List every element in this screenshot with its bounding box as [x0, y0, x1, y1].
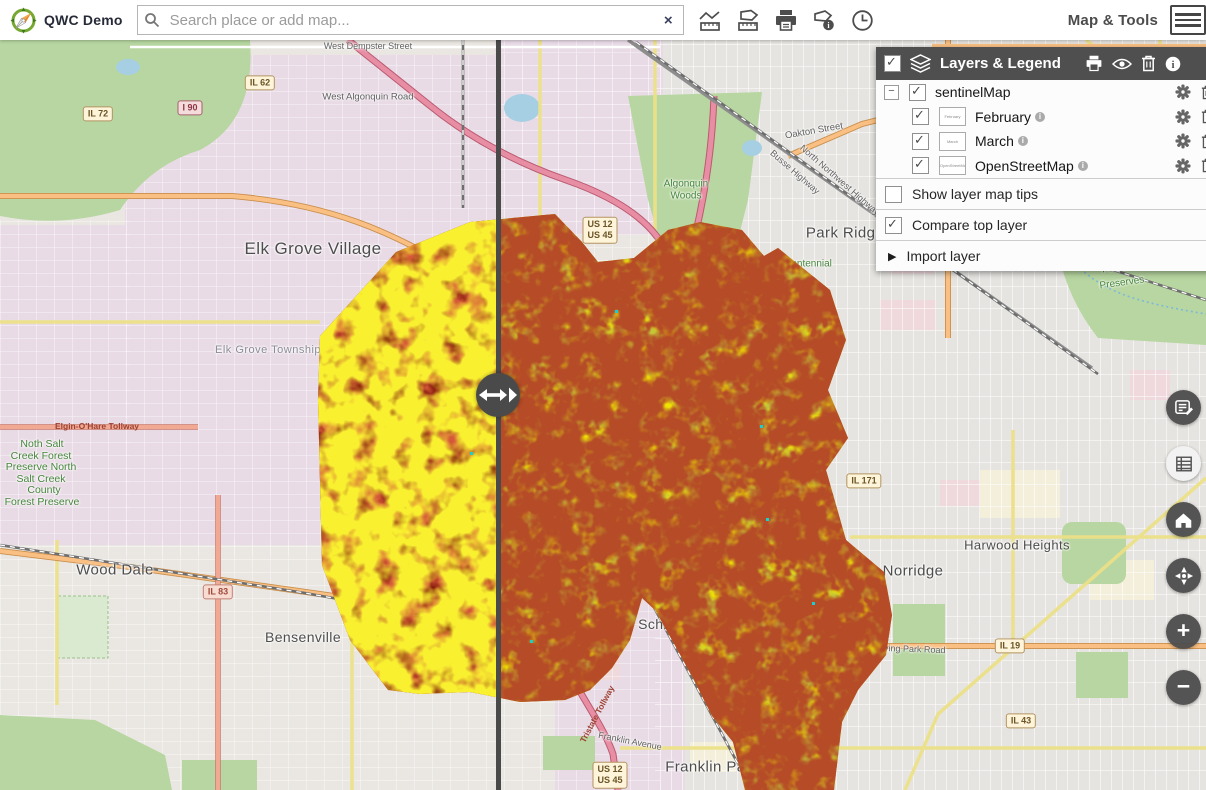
plus-icon: +	[1177, 619, 1190, 642]
layer-row-february[interactable]: February February i	[876, 105, 1206, 130]
expander-arrow-icon: ▶	[888, 250, 896, 263]
layer-label[interactable]: February	[975, 109, 1031, 125]
option-label: Compare top layer	[912, 217, 1027, 233]
layer-settings-gear-icon[interactable]	[1175, 109, 1191, 125]
top-bar: QWC Demo ×	[0, 0, 1206, 40]
remove-all-layers-icon[interactable]	[1141, 55, 1156, 72]
layer-remove-icon[interactable]	[1201, 85, 1206, 100]
import-layer-expander[interactable]: ▶ Import layer	[876, 240, 1206, 271]
layers-stack-icon	[910, 54, 931, 73]
search-clear-icon[interactable]: ×	[654, 12, 683, 29]
print-icon[interactable]	[774, 9, 798, 32]
import-layer-label: Import layer	[906, 248, 980, 264]
app-title: QWC Demo	[44, 12, 123, 28]
layer-checkbox[interactable]	[909, 84, 926, 101]
layer-settings-gear-icon[interactable]	[1175, 133, 1191, 149]
layer-info-icon[interactable]: i	[1078, 161, 1088, 171]
zoom-in-button[interactable]: +	[1166, 614, 1201, 649]
layer-info-icon[interactable]: i	[1018, 136, 1028, 146]
layer-remove-icon[interactable]	[1201, 109, 1206, 124]
minus-icon: −	[1177, 675, 1190, 698]
layer-remove-icon[interactable]	[1201, 134, 1206, 149]
compass-logo-icon	[10, 7, 37, 34]
panel-info-icon[interactable]: i	[1165, 56, 1181, 72]
collapse-toggle-icon[interactable]: −	[884, 85, 899, 100]
option-show-map-tips[interactable]: Show layer map tips	[876, 178, 1206, 209]
app-logo[interactable]: QWC Demo	[0, 7, 137, 34]
topbar-right: Map & Tools	[1068, 5, 1206, 35]
layers-panel-body: − sentinelMap	[876, 80, 1206, 271]
layer-checkbox[interactable]	[912, 157, 929, 174]
layer-settings-gear-icon[interactable]	[1175, 158, 1191, 174]
compare-slider-handle[interactable]	[476, 373, 520, 417]
layer-row-sentinelmap[interactable]: − sentinelMap	[876, 80, 1206, 105]
panel-visibility-checkbox[interactable]	[884, 55, 901, 72]
layers-panel: Layers & Legend i	[876, 47, 1206, 271]
layer-checkbox[interactable]	[912, 108, 929, 125]
menu-button[interactable]	[1170, 5, 1206, 35]
layer-legend-thumbnail: February	[939, 107, 966, 126]
layer-row-openstreetmap[interactable]: OpenStreetMap OpenStreetMap i	[876, 154, 1206, 179]
layer-row-march[interactable]: March March i	[876, 129, 1206, 154]
zoom-home-button[interactable]	[1166, 502, 1201, 537]
attribute-table-button[interactable]	[1166, 446, 1201, 481]
zoom-out-button[interactable]: −	[1166, 670, 1201, 705]
option-label: Show layer map tips	[912, 186, 1038, 202]
search-icon	[138, 12, 166, 28]
layer-legend-thumbnail: OpenStreetMap	[939, 156, 966, 175]
measure-area-icon[interactable]	[736, 9, 760, 32]
print-legend-icon[interactable]	[1085, 55, 1103, 72]
resize-horizontal-icon	[476, 373, 520, 417]
layer-label[interactable]: March	[975, 133, 1014, 149]
svg-text:i: i	[1171, 59, 1174, 71]
layer-settings-gear-icon[interactable]	[1175, 84, 1191, 100]
layer-legend-thumbnail: March	[939, 132, 966, 151]
layer-checkbox[interactable]	[912, 133, 929, 150]
search-box[interactable]: ×	[137, 5, 684, 35]
layer-label[interactable]: sentinelMap	[935, 84, 1011, 100]
measure-line-icon[interactable]	[698, 9, 722, 32]
toolbar: i	[698, 9, 874, 32]
option-compare-top-layer[interactable]: Compare top layer	[876, 209, 1206, 240]
layer-label[interactable]: OpenStreetMap	[975, 158, 1074, 174]
panel-title: Layers & Legend	[940, 55, 1061, 72]
locate-button[interactable]	[1166, 558, 1201, 593]
qwc-app: { "app": {"brand": "QWC Demo", "menu_lab…	[0, 0, 1206, 790]
identify-region-icon[interactable]: i	[812, 9, 837, 32]
compare-checkbox[interactable]	[885, 217, 902, 234]
layer-remove-icon[interactable]	[1201, 158, 1206, 173]
menu-label: Map & Tools	[1068, 12, 1158, 29]
time-icon[interactable]	[851, 9, 874, 32]
search-input[interactable]	[166, 12, 654, 29]
layers-panel-header: Layers & Legend i	[876, 47, 1206, 80]
visibility-eye-icon[interactable]	[1112, 57, 1132, 71]
maptips-checkbox[interactable]	[885, 186, 902, 203]
layer-info-icon[interactable]: i	[1035, 112, 1045, 122]
edit-note-button[interactable]	[1166, 390, 1201, 425]
